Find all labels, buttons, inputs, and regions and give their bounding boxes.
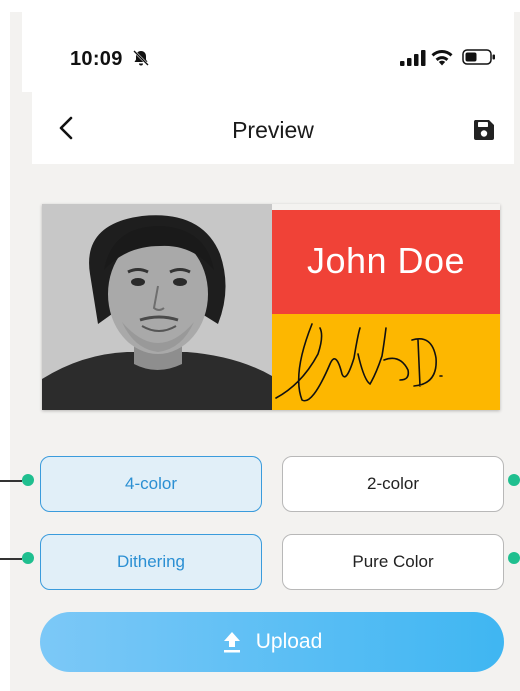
indicator-dot-left bbox=[22, 474, 34, 486]
portrait-photo bbox=[42, 204, 272, 410]
dithering-button[interactable]: Dithering bbox=[40, 534, 262, 590]
indicator-line-left-2 bbox=[0, 558, 22, 560]
floppy-disk-icon[interactable] bbox=[472, 118, 496, 142]
signature-panel bbox=[272, 314, 500, 410]
bell-slash-icon bbox=[133, 50, 149, 66]
upload-button[interactable]: Upload bbox=[40, 612, 504, 672]
portrait-illustration bbox=[42, 204, 272, 410]
upload-icon bbox=[223, 632, 240, 653]
two-color-button[interactable]: 2-color bbox=[282, 456, 504, 512]
cellular-signal-icon bbox=[400, 50, 426, 66]
four-color-button[interactable]: 4-color bbox=[40, 456, 262, 512]
indicator-dot-left-2 bbox=[22, 552, 34, 564]
name-panel: John Doe bbox=[272, 210, 500, 314]
indicator-line-left bbox=[0, 480, 22, 482]
badge-name: John Doe bbox=[306, 240, 466, 281]
navigation-bar: Preview bbox=[32, 92, 514, 164]
page-title: Preview bbox=[232, 117, 314, 143]
badge-preview: John Doe bbox=[42, 204, 500, 410]
wifi-icon bbox=[431, 50, 453, 66]
battery-icon bbox=[462, 49, 495, 65]
pure-color-button[interactable]: Pure Color bbox=[282, 534, 504, 590]
upload-label: Upload bbox=[255, 630, 323, 653]
indicator-dot-right-2 bbox=[508, 552, 520, 564]
signature-mark bbox=[275, 323, 443, 402]
status-bar: 10:09 bbox=[22, 10, 514, 92]
indicator-dot-right bbox=[508, 474, 520, 486]
status-time: 10:09 bbox=[70, 48, 123, 70]
